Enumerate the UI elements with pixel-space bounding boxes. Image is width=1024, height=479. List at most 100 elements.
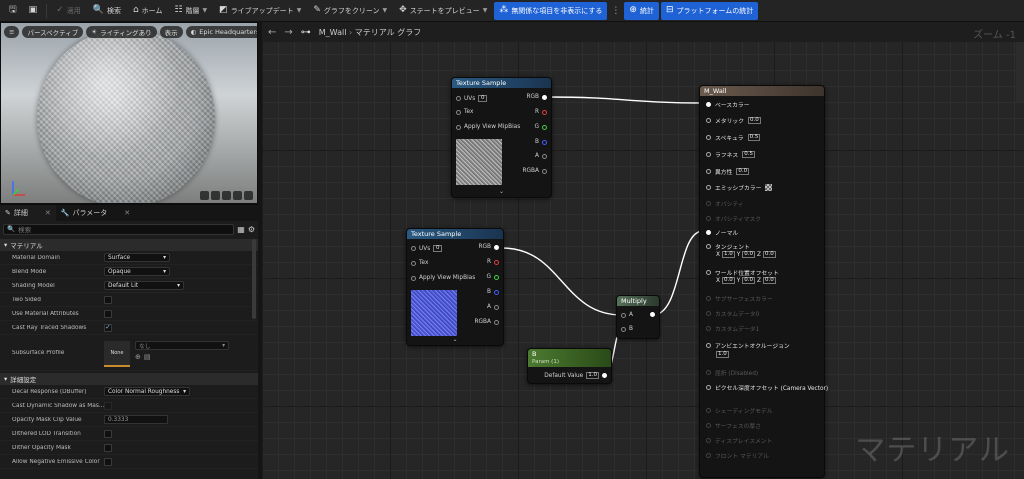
environment-button[interactable]: ◐ Epic Headquarters: [185, 26, 257, 38]
cylinder-icon[interactable]: [200, 191, 209, 200]
hide-unrelated-button[interactable]: ⁂ 無関係な項目を非表示にする: [494, 1, 608, 20]
mipbias-input-pin[interactable]: [456, 124, 461, 130]
clean-graph-button[interactable]: ✎ グラフをクリーン ▼: [308, 2, 392, 20]
b-output-pin[interactable]: [542, 139, 547, 145]
pencil-icon: ✎: [5, 209, 11, 217]
a-output-pin[interactable]: [542, 153, 547, 159]
multiply-output-pin[interactable]: [650, 312, 655, 317]
home-button[interactable]: ⌂ ホーム: [128, 2, 168, 20]
param-output-pin[interactable]: [602, 373, 607, 378]
reset-arrow-icon[interactable]: ⊕: [135, 353, 141, 361]
lit-button[interactable]: ☀ ライティングあり: [86, 26, 157, 38]
shading-model-dropdown[interactable]: Default Lit ▾: [104, 281, 184, 290]
dithered-lod-checkbox[interactable]: [104, 429, 112, 438]
chevron-down-icon[interactable]: ⌄: [499, 188, 504, 195]
emissive-color-swatch[interactable]: [765, 184, 773, 191]
more-options-icon[interactable]: ⋮: [609, 6, 622, 16]
stats-button[interactable]: ⊕ 統計: [624, 1, 659, 20]
table-view-icon[interactable]: ▦: [237, 225, 245, 234]
cast-ray-traced-checkbox[interactable]: ✓: [104, 323, 112, 332]
tangent-input[interactable]: タンジェント: [706, 242, 750, 251]
details-scrollbar[interactable]: [252, 239, 256, 319]
plane-icon[interactable]: [222, 191, 231, 200]
emissive-input[interactable]: エミッシブカラー: [706, 183, 773, 192]
cast-dynamic-shadow-checkbox[interactable]: [104, 401, 112, 410]
browse-folder-icon[interactable]: ▤: [144, 353, 151, 361]
material-domain-dropdown[interactable]: Surface ▾: [104, 253, 170, 262]
multiply-b-input-pin[interactable]: [621, 326, 626, 332]
multiply-a-input-pin[interactable]: [621, 312, 626, 318]
mesh-icon[interactable]: [244, 191, 253, 200]
b-output-pin[interactable]: [494, 289, 499, 295]
chevron-down-icon: ▾: [222, 342, 225, 349]
tab-parameters[interactable]: 🔧 パラメータ ✕: [56, 205, 135, 221]
dither-opacity-checkbox[interactable]: [104, 443, 112, 452]
chevron-down-icon[interactable]: ⌄: [452, 336, 457, 343]
subsurface-profile-dropdown[interactable]: なし ▾: [135, 341, 229, 350]
r-output-pin[interactable]: [542, 109, 547, 115]
gear-icon[interactable]: ⚙: [248, 225, 255, 234]
anisotropy-input[interactable]: 異方性 0.0: [706, 167, 750, 176]
hierarchy-button[interactable]: ☷ 階層 ▼: [169, 2, 212, 20]
roughness-input[interactable]: ラフネス 0.5: [706, 150, 755, 159]
rgba-output-pin[interactable]: [542, 168, 547, 174]
chevron-down-icon: ▾: [4, 375, 8, 383]
preview-state-button[interactable]: ✥ ステートをプレビュー ▼: [394, 2, 492, 20]
live-update-button[interactable]: ◩ ライブアップデート ▼: [214, 2, 306, 20]
allow-negative-emissive-checkbox[interactable]: [104, 457, 112, 466]
a-output-pin[interactable]: [494, 304, 499, 310]
platform-stats-button[interactable]: ⊟ プラットフォームの統計: [660, 1, 759, 20]
g-output-pin[interactable]: [542, 124, 547, 130]
specular-input[interactable]: スペキュラ 0.5: [706, 133, 761, 142]
material-graph[interactable]: ← → ⊶ M_Wall › マテリアル グラフ ズーム -1 Texture …: [262, 22, 1024, 479]
wrench-icon: 🔧: [60, 209, 70, 217]
texture-thumbnail: [456, 139, 502, 185]
basecolor-input[interactable]: ベースカラー: [706, 100, 750, 109]
use-material-attributes-checkbox[interactable]: [104, 309, 112, 318]
uvs-input-pin[interactable]: [411, 246, 416, 251]
blend-mode-dropdown[interactable]: Opaque ▾: [104, 267, 170, 276]
texture-sample-node-1[interactable]: Texture Sample UVs 0 Tex Apply View MipBi…: [451, 77, 552, 198]
pixel-depth-offset-input[interactable]: ピクセル深度オフセット (Camera Vector): [706, 383, 828, 392]
opacity-mask-clip-field[interactable]: 0.3333: [104, 415, 168, 424]
section-advanced[interactable]: ▾ 詳細設定: [0, 373, 258, 385]
r-output-pin[interactable]: [494, 259, 499, 265]
g-output-pin[interactable]: [494, 274, 499, 280]
ambient-occlusion-input[interactable]: アンビエントオクルージョン: [706, 341, 790, 350]
subsurface-thumbnail[interactable]: None: [104, 341, 130, 367]
tab-details[interactable]: ✎ 詳細 ✕: [0, 205, 56, 221]
material-result-node[interactable]: M_Wall ベースカラー メタリック 0.0 スペキュラ 0.5 ラフネス 0.5 …: [699, 85, 828, 478]
browse-icon[interactable]: ▣: [24, 2, 43, 20]
show-button[interactable]: 表示: [159, 26, 183, 38]
viewport-menu-button[interactable]: ≡: [4, 26, 20, 38]
normal-input[interactable]: ノーマル: [706, 228, 738, 237]
preview-viewport[interactable]: ≡ パースペクティブ ☀ ライティングあり 表示 ◐ Epic Headquarte…: [0, 22, 258, 204]
close-icon[interactable]: ✕: [124, 209, 130, 217]
mipbias-input-pin[interactable]: [411, 275, 416, 281]
rgba-output-pin[interactable]: [494, 319, 499, 325]
perspective-button[interactable]: パースペクティブ: [22, 26, 84, 38]
rgb-output-pin[interactable]: [494, 244, 499, 250]
search-button[interactable]: 🔍 検索: [88, 2, 126, 20]
multiply-node[interactable]: Multiply A B: [616, 295, 660, 339]
cube-icon[interactable]: [233, 191, 242, 200]
viewport-toolbar: ≡ パースペクティブ ☀ ライティングあり 表示 ◐ Epic Headquarte…: [4, 26, 257, 38]
tangent-xyz: X 1.0 Y 0.0 Z 0.0: [716, 251, 776, 258]
tex-input-pin[interactable]: [411, 260, 416, 266]
metallic-input[interactable]: メタリック 0.0: [706, 116, 761, 125]
close-icon[interactable]: ✕: [45, 209, 51, 217]
two-sided-checkbox[interactable]: [104, 295, 112, 304]
details-search-input[interactable]: 🔍 検索: [3, 223, 235, 235]
apply-button[interactable]: ✓ 適用: [51, 2, 86, 20]
save-icon[interactable]: 🖫: [4, 2, 22, 20]
texture-sample-node-2[interactable]: Texture Sample UVs 0 Tex Apply View MipBi…: [406, 228, 504, 346]
uvs-input-pin[interactable]: [456, 96, 461, 101]
row-opacity-mask-clip: Opacity Mask Clip Value 0.3333: [0, 413, 258, 427]
scalar-parameter-node[interactable]: B Param (1) Default Value 1.0: [527, 348, 612, 384]
world-position-offset-input[interactable]: ワールド位置オフセット: [706, 268, 779, 277]
decal-response-dropdown[interactable]: Color Normal Roughness ▾: [104, 387, 190, 396]
rgb-output-pin[interactable]: [542, 94, 547, 100]
section-material[interactable]: ▾ マテリアル: [0, 239, 258, 251]
sphere-icon[interactable]: [211, 191, 220, 200]
tex-input-pin[interactable]: [456, 109, 461, 115]
